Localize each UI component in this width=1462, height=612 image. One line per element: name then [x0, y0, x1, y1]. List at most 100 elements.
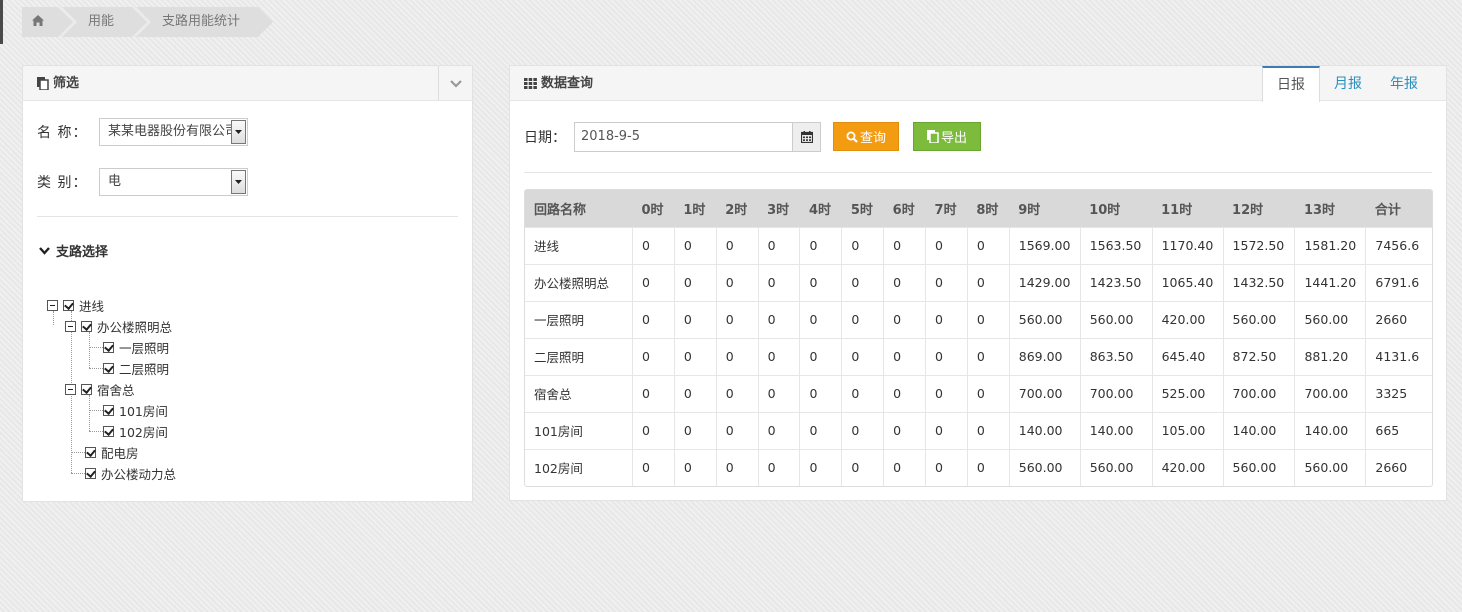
table-cell: 102房间	[525, 448, 633, 486]
table-header-cell: 11时	[1152, 190, 1224, 227]
tree-node-label: 二层照明	[119, 361, 170, 377]
tree-node-label: 办公楼动力总	[101, 466, 177, 482]
tab-daily[interactable]: 日报	[1262, 66, 1320, 102]
collapse-button[interactable]	[438, 66, 472, 101]
category-select-value: 电	[108, 174, 122, 189]
table-cell: 0	[715, 411, 759, 449]
table-cell: 420.00	[1151, 300, 1224, 338]
tree-node-room101[interactable]: 101房间	[103, 402, 168, 419]
checkbox-icon[interactable]	[103, 404, 114, 416]
table-cell: 0	[757, 448, 800, 486]
branch-select-toggle[interactable]: 支路选择	[39, 241, 108, 260]
filter-panel-title: 筛选	[37, 66, 79, 101]
filter-panel: 筛选 名 称： 某某电器股份有限公司 类 别： 电 支路选择 进线 办公楼照明总…	[22, 65, 473, 502]
checkbox-icon[interactable]	[85, 467, 96, 479]
select-arrow-icon	[231, 120, 246, 144]
table-cell: 560.00	[1079, 300, 1153, 338]
table-cell: 0	[799, 226, 842, 264]
tree-node-office-power[interactable]: 办公楼动力总	[85, 465, 177, 482]
tree-node-dorm[interactable]: 宿舍总	[65, 381, 135, 398]
table-cell: 0	[841, 263, 884, 301]
table-cell: 0	[632, 226, 675, 264]
table-header-cell: 9时	[1009, 190, 1081, 227]
table-cell: 0	[966, 337, 1010, 375]
chevron-down-icon	[449, 79, 462, 88]
checkbox-icon[interactable]	[103, 425, 114, 437]
table-header-cell: 回路名称	[525, 190, 633, 227]
table-row: 101房间 0 0 0 0 0 0 0 0 0 140.00 140.00 105.00 140.00 14…	[525, 411, 1432, 449]
date-input-value: 2018-9-5	[581, 129, 641, 144]
table-cell: 0	[632, 374, 675, 412]
name-row: 名 称： 某某电器股份有限公司	[37, 118, 248, 146]
table-cell: 560.00	[1222, 300, 1295, 338]
table-header-cell: 0时	[632, 190, 675, 227]
filter-divider	[37, 216, 458, 217]
table-cell: 0	[757, 263, 800, 301]
table-row: 进线 0 0 0 0 0 0 0 0 0 1569.00 1563.50 1170.40 1572.50 1…	[525, 226, 1432, 264]
search-icon	[846, 131, 858, 143]
table-cell: 700.00	[1294, 374, 1366, 412]
tree-node-office-lighting[interactable]: 办公楼照明总	[65, 318, 173, 335]
table-cell: 0	[925, 263, 968, 301]
query-button[interactable]: 查询	[833, 122, 899, 151]
tree-node-power-room[interactable]: 配电房	[85, 444, 139, 461]
table-cell: 0	[673, 226, 717, 264]
table-cell: 0	[883, 374, 926, 412]
collapse-toggle-icon[interactable]	[65, 383, 76, 395]
checkbox-icon[interactable]	[103, 341, 114, 353]
table-cell: 0	[632, 337, 675, 375]
table-cell: 0	[715, 337, 759, 375]
date-input[interactable]: 2018-9-5	[574, 122, 821, 152]
tree-node-label: 101房间	[119, 403, 168, 419]
checkbox-icon[interactable]	[103, 362, 114, 374]
tree-node-label: 办公楼照明总	[97, 319, 173, 335]
table-cell: 0	[757, 411, 800, 449]
tree-node-floor1-lighting[interactable]: 一层照明	[103, 339, 170, 356]
table-cell: 0	[632, 300, 675, 338]
table-cell: 0	[673, 448, 717, 486]
tab-yearly[interactable]: 年报	[1376, 66, 1432, 101]
table-header-cell: 1时	[674, 190, 717, 227]
tree-node-label: 102房间	[119, 424, 168, 440]
table-cell: 140.00	[1294, 411, 1366, 449]
table-cell: 0	[715, 448, 759, 486]
query-panel: 数据查询 日报 月报 年报 日期： 2018-9-5 查询 导出 回路名称 0时…	[509, 65, 1447, 501]
breadcrumb-home[interactable]	[22, 7, 73, 37]
table-cell: 0	[799, 374, 842, 412]
table-header-cell: 2时	[716, 190, 759, 227]
table-cell: 0	[966, 448, 1010, 486]
table-cell: 0	[632, 448, 675, 486]
tree-node-room102[interactable]: 102房间	[103, 423, 168, 440]
checkbox-icon[interactable]	[81, 320, 92, 332]
table-cell: 0	[715, 300, 759, 338]
table-cell: 105.00	[1151, 411, 1224, 449]
collapse-toggle-icon[interactable]	[47, 299, 58, 311]
tree-node-root[interactable]: 进线	[47, 297, 104, 314]
breadcrumb-item-branch-stats[interactable]: 支路用能统计	[136, 7, 274, 37]
collapse-toggle-icon[interactable]	[65, 320, 76, 332]
calendar-button[interactable]	[792, 122, 821, 152]
table-cell: 140.00	[1079, 411, 1153, 449]
query-panel-title: 数据查询	[524, 66, 593, 101]
tab-monthly[interactable]: 月报	[1320, 66, 1376, 101]
calendar-icon	[800, 131, 813, 143]
table-cell: 0	[883, 300, 926, 338]
table-cell: 0	[799, 411, 842, 449]
name-select[interactable]: 某某电器股份有限公司	[99, 118, 248, 146]
table-header-cell: 12时	[1223, 190, 1295, 227]
table-cell: 0	[673, 263, 717, 301]
data-table: 回路名称 0时 1时 2时 3时 4时 5时 6时 7时 8时 9时 10时 11时 12时 13时 合计 进…	[525, 190, 1432, 486]
tree-line	[89, 368, 103, 369]
checkbox-icon[interactable]	[81, 383, 92, 395]
table-cell: 0	[757, 226, 800, 264]
table-cell: 1441.20	[1294, 263, 1366, 301]
checkbox-icon[interactable]	[63, 299, 74, 311]
tree-node-label: 一层照明	[119, 340, 170, 356]
export-button[interactable]: 导出	[913, 122, 981, 151]
table-cell: 一层照明	[525, 300, 633, 338]
checkbox-icon[interactable]	[85, 446, 96, 458]
query-title-text: 数据查询	[541, 76, 594, 91]
category-select[interactable]: 电	[99, 168, 248, 196]
tree-line	[89, 431, 103, 432]
tree-node-floor2-lighting[interactable]: 二层照明	[103, 360, 170, 377]
